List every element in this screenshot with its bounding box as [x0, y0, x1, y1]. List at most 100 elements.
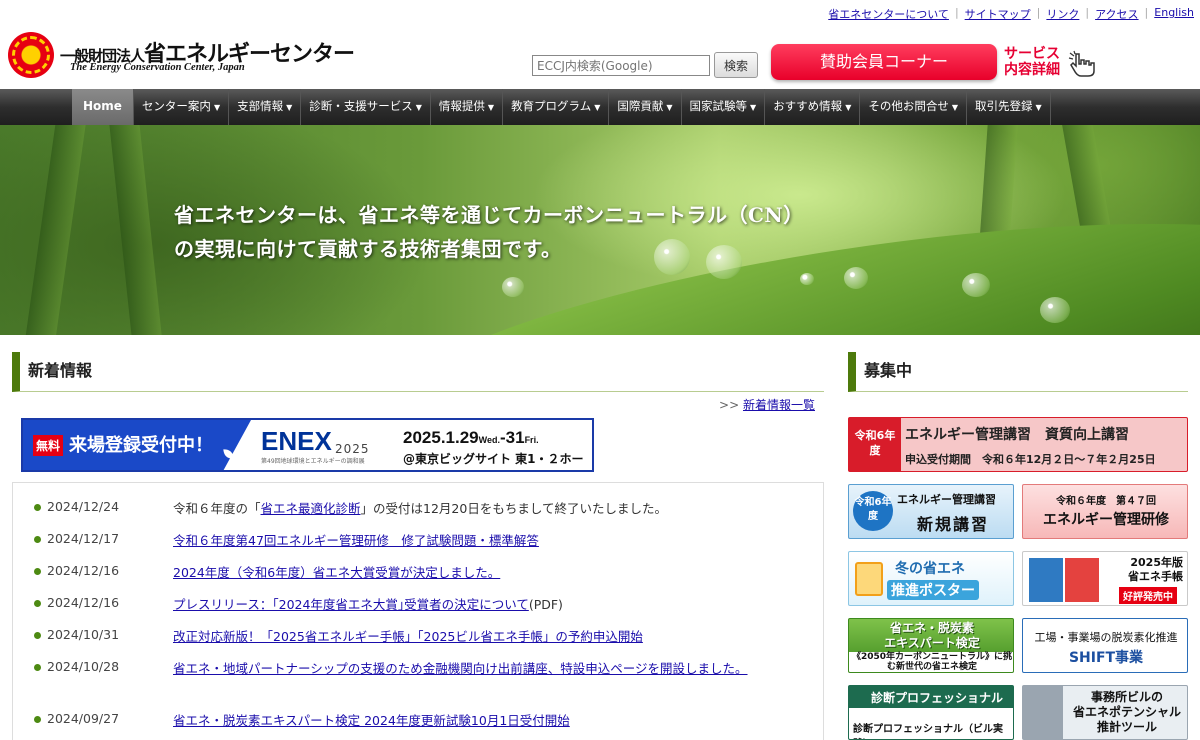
enex-venue: @東京ビッグサイト 東1・２ホール [403, 452, 584, 470]
util-link-links[interactable]: リンク [1046, 6, 1079, 22]
caret-down-icon: ▼ [487, 103, 495, 112]
energy-mgmt-new-course-banner[interactable]: 令和6年度 エネルギー管理講習 新規講習 [848, 484, 1014, 539]
nav-label: 国際貢献 [617, 99, 664, 113]
nav-label: 国家試験等 [689, 99, 748, 113]
banner-title-line3: 推計ツール [1096, 720, 1157, 734]
news-link[interactable]: 省エネ・地域パートナーシップの支援のため金融機関向け出前講座、特設申込ページを開… [173, 661, 748, 676]
eccj-logo-icon[interactable] [8, 32, 54, 78]
nav-information[interactable]: 情報提供 ▼ [431, 89, 504, 125]
nav-center-guide[interactable]: センター案内 ▼ [134, 89, 230, 125]
news-pre: 令和６年度の「 [173, 501, 261, 516]
banner-sub: 診断プロフェッショナル（ビル実践） [853, 724, 1003, 735]
news-link[interactable]: 省エネ・脱炭素エキスパート検定 2024年度更新試験10月1日受付開始 [173, 713, 570, 728]
enex-banner[interactable]: 無料 来場登録受付中！ ENEX 2025 第49回地球環境とエネルギーの調和展… [21, 418, 594, 472]
bullet-icon [34, 664, 41, 671]
day-start: Wed. [478, 435, 500, 445]
banner-title-line2: 省エネポテンシャル [1072, 705, 1181, 719]
winter-poster-banner[interactable]: 冬の省エネ 推進ポスター [848, 551, 1014, 606]
banner-title: 令和６年度 第４７回 [1056, 496, 1156, 507]
banner-title: エネルギー管理講習 [897, 493, 996, 506]
separator: | [954, 6, 959, 19]
nav-label: 情報提供 [438, 99, 485, 113]
nav-other-inquiries[interactable]: その他お問合せ ▼ [860, 89, 967, 125]
bullet-icon [34, 716, 41, 723]
service-line1: サービス [1004, 46, 1060, 62]
banner-period: 申込受付期間 令和６年12月２日～７年２月25日 [905, 453, 1156, 466]
util-link-english[interactable]: English [1154, 6, 1194, 22]
hero-banner: 省エネセンターは、省エネ等を通じてカーボンニュートラル（CN） の実現に向けて貢… [0, 125, 1200, 335]
date-start: 2025.1.29 [403, 428, 479, 447]
nav-education[interactable]: 教育プログラム ▼ [503, 89, 610, 125]
nav-branches[interactable]: 支部情報 ▼ [229, 89, 302, 125]
banner-title-line2: エキスパート検定 [884, 636, 980, 650]
free-badge: 無料 [33, 435, 64, 456]
banner-title-line1: 事務所ビルの [1090, 690, 1163, 704]
enex-logo: ENEX [261, 426, 332, 456]
separator: | [1085, 6, 1090, 19]
news-date: 2024/12/16 [47, 595, 120, 610]
fiscal-year-badge: 令和6年度 [854, 429, 896, 457]
book-icon [1029, 558, 1063, 602]
news-link[interactable]: 改正対応新版！「2025省エネルギー手帳」「2025ビル省エネ手帳」の予約申込開… [173, 629, 643, 644]
service-line2: 内容詳細 [1004, 62, 1060, 78]
news-more: >> 新着情報一覧 [719, 396, 815, 413]
nav-recommended[interactable]: おすすめ情報 ▼ [765, 89, 861, 125]
util-link-sitemap[interactable]: サイトマップ [965, 6, 1031, 22]
nav-supplier-registration[interactable]: 取引先登録 ▼ [967, 89, 1051, 125]
day-end: Fri. [524, 435, 539, 445]
hero-line2: の実現に向けて貢献する技術者集団です。 [174, 237, 562, 261]
bullet-icon [34, 568, 41, 575]
util-link-about[interactable]: 省エネセンターについて [828, 6, 949, 22]
news-date: 2024/09/27 [47, 711, 120, 726]
water-drop [844, 267, 868, 289]
hero-message: 省エネセンターは、省エネ等を通じてカーボンニュートラル（CN） の実現に向けて貢… [174, 198, 804, 266]
expert-exam-banner[interactable]: 省エネ・脱炭素 エキスパート検定 《2050年カーボンニュートラル》に挑む新世代の… [848, 618, 1014, 673]
news-link[interactable]: 令和６年度第47回エネルギー管理研修 修了試験問題・標準解答 [173, 533, 539, 548]
sponsor-corner-button[interactable]: 賛助会員コーナー [771, 44, 997, 80]
book-icon [1065, 558, 1099, 602]
search-button[interactable]: 検索 [714, 52, 758, 78]
fiscal-year-badge: 令和6年度 [853, 491, 893, 531]
handbook-banner[interactable]: 2025年版 省エネ手帳 好評発売中 [1022, 551, 1188, 606]
news-section-title: 新着情報 [12, 352, 824, 392]
energy-mgmt-training-banner[interactable]: 令和６年度 第４７回 エネルギー管理研修 [1022, 484, 1188, 539]
banner-title: エネルギー管理講習 資質向上講習 [905, 427, 1129, 443]
caret-down-icon: ▼ [415, 103, 422, 112]
shift-project-banner[interactable]: 工場・事業場の脱炭素化推進 SHIFT事業 [1022, 618, 1188, 673]
poster-icon [855, 562, 883, 596]
diagnosis-professional-banner[interactable]: 診断プロフェッショナル 診断プロフェッショナル（ビル実践） [848, 685, 1014, 740]
caret-down-icon: ▼ [213, 103, 221, 112]
search-input[interactable] [532, 55, 710, 76]
caret-down-icon: ▼ [750, 103, 757, 112]
nav-diagnosis-support[interactable]: 診断・支援サービス ▼ [301, 89, 431, 125]
news-date: 2024/10/31 [47, 627, 120, 642]
office-potential-tool-banner[interactable]: 事務所ビルの 省エネポテンシャル 推計ツール [1022, 685, 1188, 740]
util-link-access[interactable]: アクセス [1095, 6, 1138, 22]
news-list-link[interactable]: 新着情報一覧 [743, 398, 815, 412]
banner-title-line2: 省エネ手帳 [1128, 570, 1183, 583]
news-link[interactable]: 2024年度（令和6年度）省エネ大賞受賞が決定しました。 [173, 565, 500, 580]
service-details-link[interactable]: サービス 内容詳細 [1004, 46, 1060, 78]
news-text: 改正対応新版！「2025省エネルギー手帳」「2025ビル省エネ手帳」の予約申込開… [173, 627, 793, 646]
news-link[interactable]: プレスリリース：｢2024年度省エネ大賞｣受賞者の決定について [173, 597, 529, 612]
nav-home[interactable]: Home [72, 89, 134, 125]
news-post: (PDF) [528, 597, 563, 612]
news-date: 2024/12/17 [47, 531, 120, 546]
nav-international[interactable]: 国際貢献 ▼ [609, 89, 682, 125]
main-nav: Home センター案内 ▼ 支部情報 ▼ 診断・支援サービス ▼ 情報提供 ▼ 教育プロ… [0, 89, 1200, 125]
recruit-section-title: 募集中 [848, 352, 1188, 392]
grass-blade [106, 125, 164, 335]
on-sale-badge: 好評発売中 [1119, 587, 1177, 604]
date-end: -31 [499, 428, 525, 447]
news-link[interactable]: 省エネ最適化診断 [261, 501, 361, 516]
nav-label: 教育プログラム [511, 99, 592, 113]
registration-text: 来場登録受付中！ [69, 435, 213, 456]
news-post: 」の受付は12月20日をもちまして終了いたしました。 [360, 501, 667, 516]
nav-national-exam[interactable]: 国家試験等 ▼ [682, 89, 766, 125]
separator: | [1144, 6, 1149, 19]
energy-mgmt-refresher-banner[interactable]: 令和6年度 エネルギー管理講習 資質向上講習 申込受付期間 令和６年12月２日～… [848, 417, 1188, 472]
banner-title: 2025年版 省エネ手帳 [1103, 556, 1183, 584]
grass-blade [22, 125, 88, 335]
caret-down-icon: ▼ [845, 103, 852, 112]
banner-title: 診断プロフェッショナル [871, 691, 1004, 705]
